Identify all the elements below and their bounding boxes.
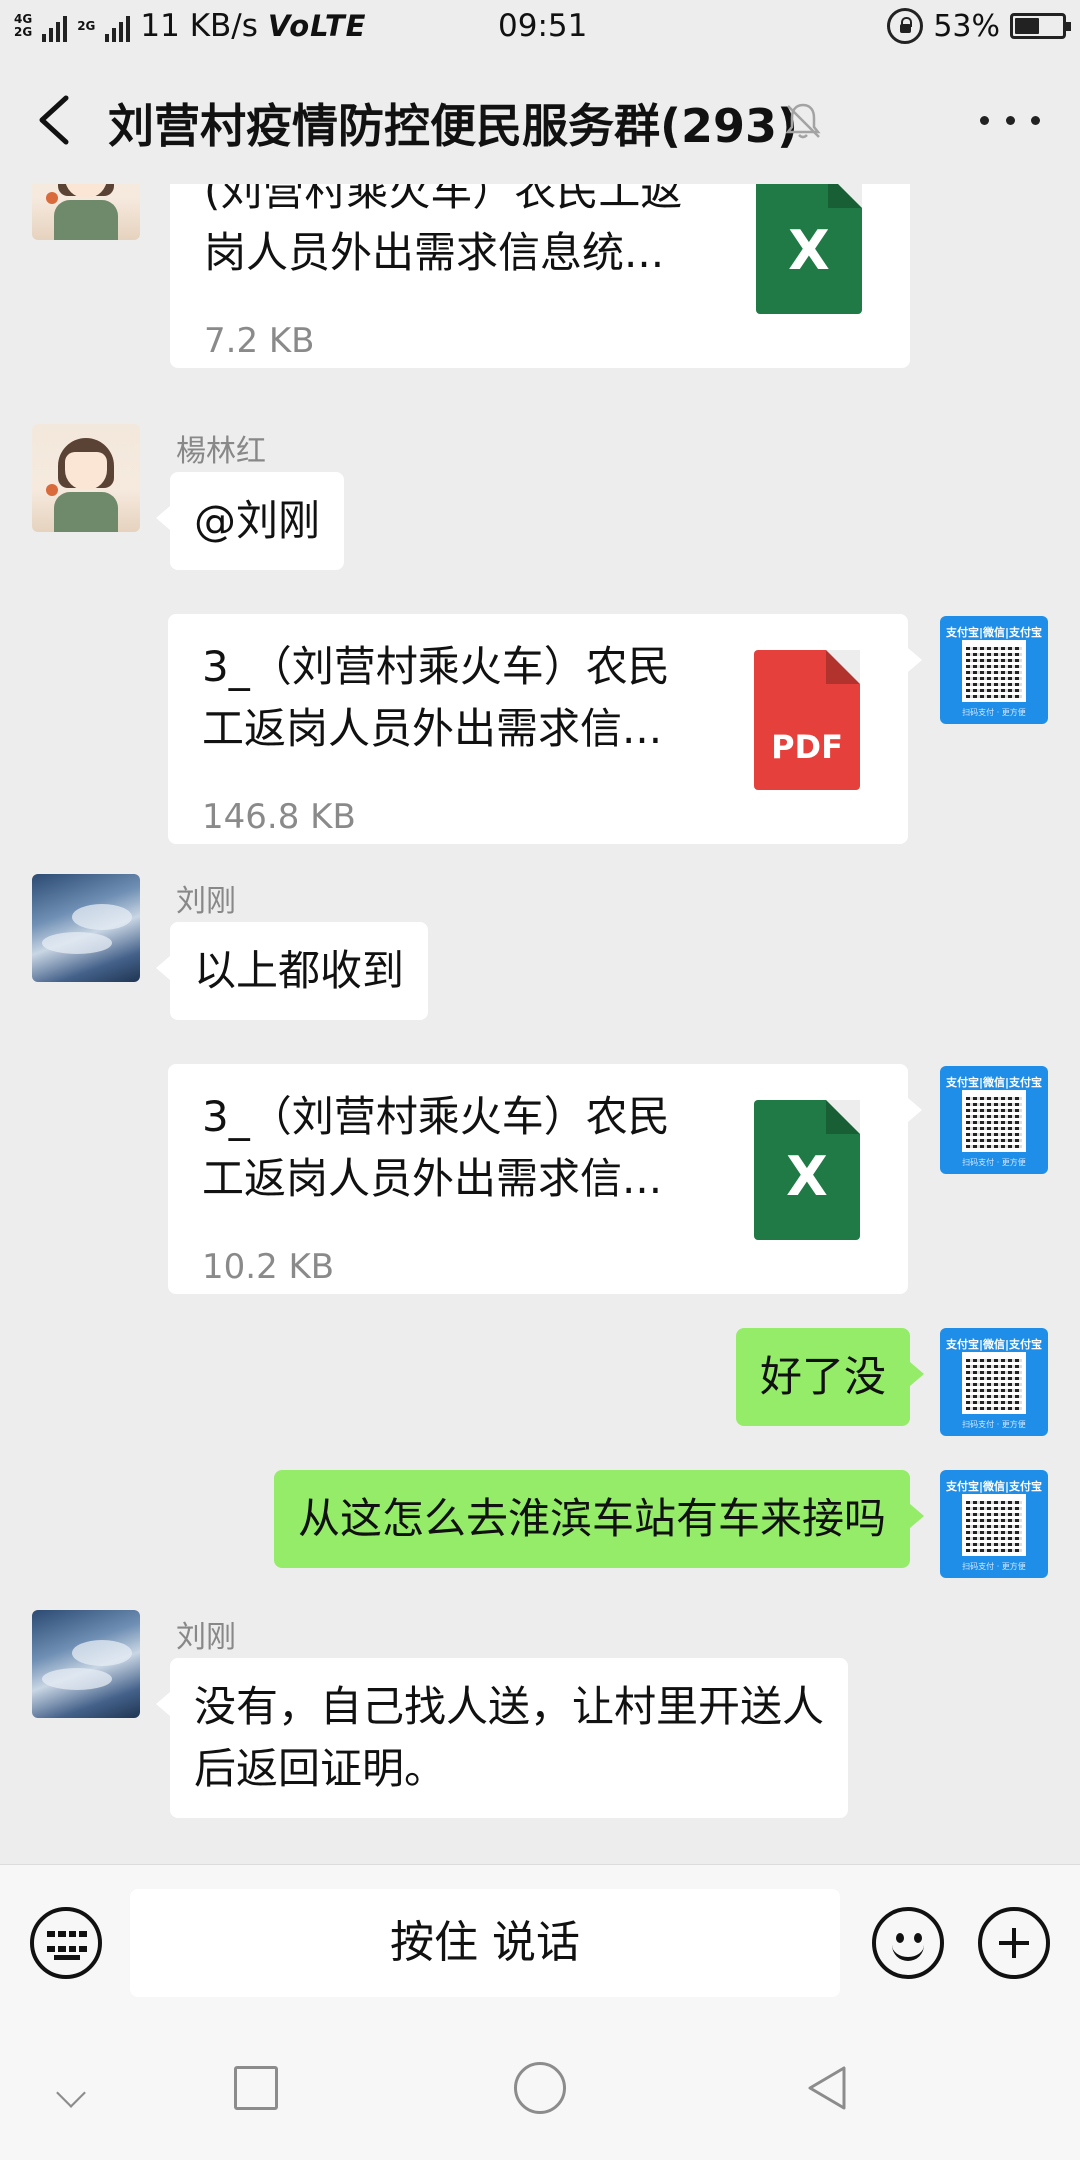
plus-icon[interactable] (978, 1907, 1050, 1979)
network-type: 4G 2G (14, 12, 33, 39)
file-name: 3_（刘营村乘火车）农民 工返岗人员外出需求信... (202, 1092, 670, 1203)
system-nav-bar (0, 2012, 1080, 2160)
signal-icon (42, 10, 68, 42)
self-avatar[interactable]: 支付宝|微信|支付宝 扫码支付 · 更方便 (940, 1470, 1048, 1578)
avatar[interactable] (32, 184, 140, 240)
sender-name: 刘刚 (176, 1620, 236, 1655)
pdf-file-icon: PDF (754, 650, 860, 790)
more-icon[interactable] (980, 108, 1040, 132)
avatar[interactable] (32, 874, 140, 982)
battery-percent: 53% (933, 8, 1000, 44)
sender-name: 刘刚 (176, 884, 236, 919)
bell-muted-icon (785, 103, 821, 139)
excel-file-icon: X (756, 184, 862, 314)
file-message[interactable]: (刘营村乘火车）农民工返 岗人员外出需求信息统... 7.2 KB X (170, 184, 910, 368)
excel-file-icon: X (754, 1100, 860, 1240)
clock: 09:51 (498, 8, 588, 44)
net-speed: 11 KB/s (140, 8, 258, 44)
nav-down-icon[interactable] (56, 2078, 86, 2108)
network2-type: 2G (77, 18, 96, 33)
input-bar: 按住 说话 (0, 1864, 1080, 2012)
avatar[interactable] (32, 424, 140, 532)
file-message[interactable]: 3_（刘营村乘火车）农民 工返岗人员外出需求信... 10.2 KB X (168, 1064, 922, 1294)
self-avatar[interactable]: 支付宝|微信|支付宝 扫码支付 · 更方便 (940, 1328, 1048, 1436)
chat-header: 刘营村疫情防控便民服务群(293) (0, 56, 1080, 184)
nav-recent-icon[interactable] (234, 2066, 278, 2110)
file-size: 7.2 KB (204, 321, 315, 361)
text-message[interactable]: 没有，自己找人送，让村里开送人 后返回证明。 (155, 1658, 849, 1818)
chat-title: 刘营村疫情防控便民服务群(293) (108, 99, 799, 153)
file-name: 3_（刘营村乘火车）农民 工返岗人员外出需求信... (202, 642, 670, 753)
volte-label: VoLTE (267, 9, 367, 43)
text-message[interactable]: @刘刚 (155, 472, 345, 570)
file-name: (刘营村乘火车）农民工返 岗人员外出需求信息统... (204, 184, 683, 277)
message-list: (刘营村乘火车）农民工返 岗人员外出需求信息统... 7.2 KB X 楊林红 @… (0, 184, 1080, 1864)
sender-name: 楊林红 (176, 434, 266, 469)
text-message[interactable]: 从这怎么去淮滨车站有车来接吗 (273, 1470, 925, 1568)
emoji-icon[interactable] (872, 1907, 944, 1979)
self-avatar[interactable]: 支付宝|微信|支付宝 扫码支付 · 更方便 (940, 1066, 1048, 1174)
status-bar: 4G 2G 2G 11 KB/s VoLTE 09:51 53% (0, 0, 1080, 56)
text-message[interactable]: 好了没 (735, 1328, 925, 1426)
avatar[interactable] (32, 1610, 140, 1718)
text-message[interactable]: 以上都收到 (155, 922, 429, 1020)
file-message[interactable]: 3_（刘营村乘火车）农民 工返岗人员外出需求信... 146.8 KB PDF (168, 614, 922, 844)
self-avatar[interactable]: 支付宝|微信|支付宝 扫码支付 · 更方便 (940, 616, 1048, 724)
nav-back-icon[interactable] (804, 2064, 852, 2112)
keyboard-icon[interactable] (30, 1907, 102, 1979)
file-size: 10.2 KB (202, 1247, 335, 1287)
rotation-lock-icon (887, 8, 924, 44)
battery-icon (1010, 13, 1071, 39)
nav-home-icon[interactable] (514, 2062, 566, 2114)
back-arrow-icon[interactable] (30, 92, 82, 148)
signal2-icon (105, 10, 131, 42)
file-size: 146.8 KB (202, 797, 356, 837)
hold-to-talk-button[interactable]: 按住 说话 (130, 1889, 840, 1997)
